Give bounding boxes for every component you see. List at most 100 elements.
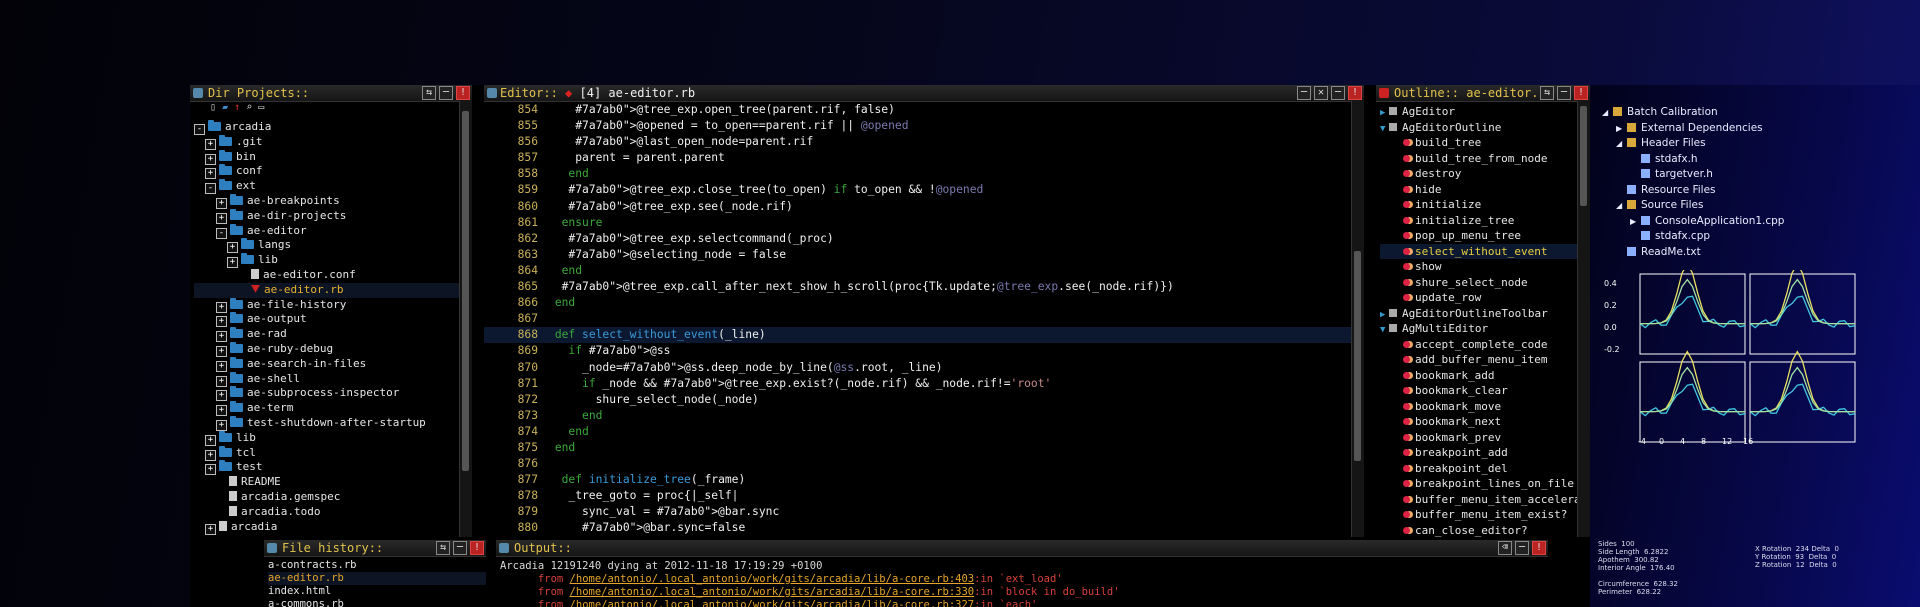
tree-item[interactable]: + lib [194, 253, 472, 269]
outline-item[interactable]: ▼ AgMultiEditor [1380, 321, 1590, 337]
dir-projects-titlebar[interactable]: Dir Projects:: ⇆ ─! [190, 85, 472, 102]
new-file-icon[interactable]: ▯ [210, 102, 216, 113]
close-icon[interactable]: ! [456, 86, 470, 100]
minimize-icon[interactable]: ─ [1331, 86, 1345, 100]
code-line[interactable]: 870 _node=#7a7ab0">@ss.deep_node_by_line… [484, 360, 1352, 376]
expander-icon[interactable]: + [216, 405, 227, 417]
outline-item[interactable]: bookmark_add [1380, 368, 1590, 384]
expander-icon[interactable]: + [227, 257, 238, 269]
tree-item[interactable]: ae-editor.conf [194, 268, 472, 283]
code-line[interactable]: 877 def initialize_tree(_frame) [484, 472, 1352, 488]
outline-item[interactable]: add_buffer_menu_item [1380, 352, 1590, 368]
outline-item[interactable]: ▶ AgEditor [1380, 104, 1590, 120]
output-file-link[interactable]: /home/antonio/.local_antonio/work/gits/a… [570, 573, 975, 585]
code-line[interactable]: 869 if #7a7ab0">@ss [484, 343, 1352, 359]
tree-item[interactable]: + arcadia [194, 520, 472, 535]
history-item[interactable]: a-commons.rb [268, 598, 486, 607]
output-log[interactable]: Arcadia 12191240 dying at 2012-11-18 17:… [496, 557, 1548, 607]
editor-scrollbar[interactable] [1351, 101, 1364, 537]
code-line[interactable]: 854 #7a7ab0">@tree_exp.open_tree(parent.… [484, 102, 1352, 118]
outline-item[interactable]: buffer_menu_item_accelerato [1380, 492, 1590, 508]
solution-item[interactable]: stdafx.cpp [1602, 229, 1784, 245]
outline-scrollbar[interactable] [1577, 101, 1590, 537]
expander-icon[interactable]: - [194, 124, 205, 135]
code-line[interactable]: 871 if _node && #7a7ab0">@tree_exp.exist… [484, 376, 1352, 392]
output-titlebar[interactable]: Output:: ⌫ ─! [496, 540, 1548, 557]
minimize-icon[interactable]: ─ [1297, 86, 1311, 100]
tree-item[interactable]: + ae-search-in-files [194, 356, 472, 372]
outline-item[interactable]: build_tree_from_node [1380, 151, 1590, 167]
code-line[interactable]: 857 parent = parent.parent [484, 150, 1352, 166]
terminal-icon[interactable]: ▭ [258, 102, 264, 113]
solution-item[interactable]: ◢ Header Files [1602, 136, 1784, 152]
tree-item[interactable]: + ae-shell [194, 371, 472, 387]
code-line[interactable]: 865 #7a7ab0">@tree_exp.call_after_next_s… [484, 279, 1352, 295]
code-line[interactable]: 858 end [484, 166, 1352, 182]
expander-icon[interactable]: + [216, 316, 227, 328]
expander-icon[interactable]: + [216, 212, 227, 224]
tree-item[interactable]: + tcl [194, 445, 472, 461]
tree-item[interactable]: + .git [194, 134, 472, 150]
tree-item[interactable]: + ae-breakpoints [194, 193, 472, 209]
new-folder-icon[interactable]: ▰ [222, 102, 228, 113]
tree-item[interactable]: + ae-term [194, 401, 472, 417]
outline-item[interactable]: select_without_event [1380, 243, 1590, 259]
close-icon[interactable]: ! [1348, 86, 1362, 100]
code-line[interactable]: 861 ensure [484, 215, 1352, 231]
outline-item[interactable]: hide [1380, 182, 1590, 198]
tree-item[interactable]: + test-shutdown-after-startup [194, 415, 472, 431]
outline-item[interactable]: ▼ AgEditorOutline [1380, 120, 1590, 136]
tree-arrow-icon[interactable]: ▶ [1616, 121, 1627, 137]
code-line[interactable]: 878 _tree_goto = proc{|_self| [484, 488, 1352, 504]
dir-scrollbar[interactable] [459, 101, 472, 537]
tree-item[interactable]: arcadia.gemspec [194, 490, 472, 505]
expander-icon[interactable]: + [216, 419, 227, 431]
tree-arrow-icon[interactable]: ▶ [1630, 214, 1641, 230]
tree-item[interactable]: + ae-subprocess-inspector [194, 386, 472, 402]
tree-item[interactable]: + ae-rad [194, 327, 472, 343]
history-item[interactable]: a-contracts.rb [268, 559, 486, 572]
tree-item[interactable]: + ae-output [194, 312, 472, 328]
close-icon[interactable]: ! [1532, 541, 1546, 555]
tree-item[interactable]: + ae-file-history [194, 297, 472, 313]
code-line[interactable]: 856 #7a7ab0">@last_open_node=parent.rif [484, 134, 1352, 150]
code-line[interactable]: 863 #7a7ab0">@selecting_node = false [484, 247, 1352, 263]
tree-arrow-icon[interactable]: ◢ [1616, 198, 1627, 214]
history-item[interactable]: index.html [268, 585, 486, 598]
expander-icon[interactable]: + [216, 301, 227, 313]
close-tab-icon[interactable]: ✕ [1314, 86, 1328, 100]
solution-item[interactable]: Resource Files [1602, 183, 1784, 199]
outline-item[interactable]: breakpoint_lines_on_file [1380, 476, 1590, 492]
outline-item[interactable]: can_close_editor? [1380, 523, 1590, 538]
close-icon[interactable]: ! [470, 541, 484, 555]
code-line[interactable]: 855 #7a7ab0">@opened = to_open==parent.r… [484, 118, 1352, 134]
tree-item[interactable]: - ext [194, 179, 472, 195]
expander-icon[interactable]: + [216, 375, 227, 387]
file-history-titlebar[interactable]: File history:: ⇆ ─! [264, 540, 486, 557]
solution-item[interactable]: ▶ ConsoleApplication1.cpp [1602, 214, 1784, 230]
solution-item[interactable]: stdafx.h [1602, 152, 1784, 168]
expander-icon[interactable]: + [216, 331, 227, 343]
outline-item[interactable]: bookmark_prev [1380, 430, 1590, 446]
code-line[interactable]: 873 end [484, 408, 1352, 424]
outline-item[interactable]: breakpoint_del [1380, 461, 1590, 477]
tree-item[interactable]: + test [194, 460, 472, 476]
outline-item[interactable]: initialize_tree [1380, 213, 1590, 229]
output-file-link[interactable]: /home/antonio/.local_antonio/work/gits/a… [570, 599, 975, 607]
code-line[interactable]: 879 sync_val = #7a7ab0">@bar.sync [484, 504, 1352, 520]
tree-arrow-icon[interactable]: ◢ [1616, 136, 1627, 152]
outline-item[interactable]: shure_select_node [1380, 275, 1590, 291]
expander-icon[interactable]: + [205, 168, 216, 180]
expander-icon[interactable]: + [205, 449, 216, 461]
code-line[interactable]: 876 [484, 456, 1352, 472]
expander-icon[interactable]: - [216, 227, 227, 239]
expander-icon[interactable]: - [205, 183, 216, 195]
expander-icon[interactable]: + [205, 523, 216, 535]
solution-item[interactable]: ◢ Batch Calibration [1602, 105, 1784, 121]
solution-item[interactable]: ▶ External Dependencies [1602, 121, 1784, 137]
outline-item[interactable]: update_row [1380, 290, 1590, 306]
tree-item[interactable]: + lib [194, 430, 472, 446]
tree-arrow-icon[interactable]: ▼ [1380, 122, 1389, 138]
minimize-icon[interactable]: ─ [1557, 86, 1571, 100]
tree-item[interactable]: ae-editor.rb [194, 282, 472, 298]
